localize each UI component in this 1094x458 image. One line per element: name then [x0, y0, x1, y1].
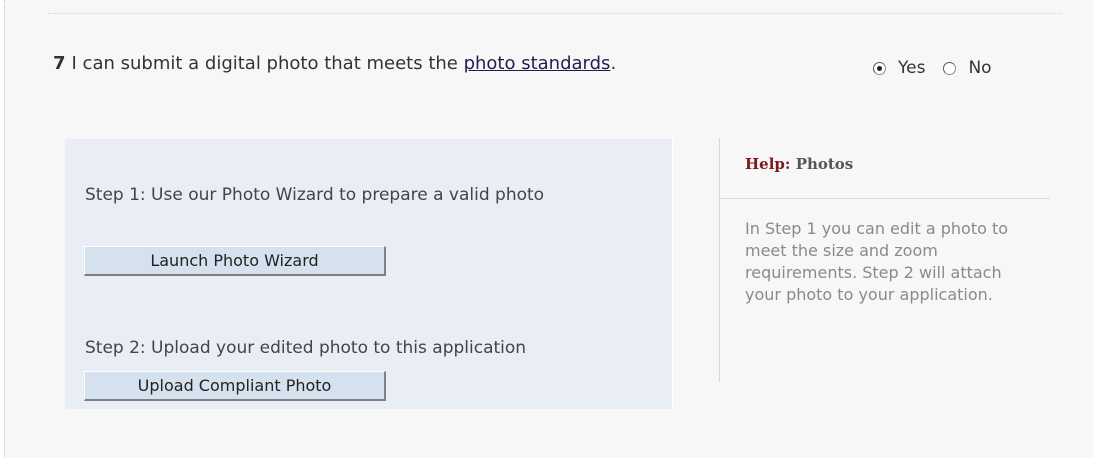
radio-no[interactable]	[943, 61, 957, 75]
question-row: 7I can submit a digital photo that meets…	[53, 53, 616, 74]
help-divider	[720, 198, 1050, 199]
help-title: Help: Photos	[745, 155, 853, 173]
help-body: In Step 1 you can edit a photo to meet t…	[745, 219, 1009, 304]
help-panel: Help: Photos In Step 1 you can edit a ph…	[719, 138, 1050, 382]
radio-yes-label[interactable]: Yes	[898, 58, 925, 78]
help-title-topic: Photos	[795, 155, 854, 173]
help-title-accent: Help:	[745, 155, 791, 173]
step2-text: Step 2: Upload your edited photo to this…	[85, 338, 527, 358]
question-text-end: .	[610, 53, 617, 74]
question-panel: 7I can submit a digital photo that meets…	[4, 0, 1094, 458]
launch-photo-wizard-button[interactable]: Launch Photo Wizard	[84, 246, 386, 276]
radio-yes[interactable]	[873, 61, 886, 75]
step1-text: Step 1: Use our Photo Wizard to prepare …	[85, 185, 545, 205]
question-text: I can submit a digital photo that meets …	[71, 53, 464, 74]
question-number: 7	[53, 53, 66, 74]
upload-compliant-photo-button[interactable]: Upload Compliant Photo	[84, 371, 386, 401]
photo-standards-link[interactable]: photo standards	[464, 53, 611, 74]
photo-steps-box: Step 1: Use our Photo Wizard to prepare …	[65, 139, 673, 409]
radio-no-label[interactable]: No	[968, 58, 991, 78]
divider	[48, 13, 1062, 14]
yes-no-radio-group: Yes No	[873, 58, 992, 78]
